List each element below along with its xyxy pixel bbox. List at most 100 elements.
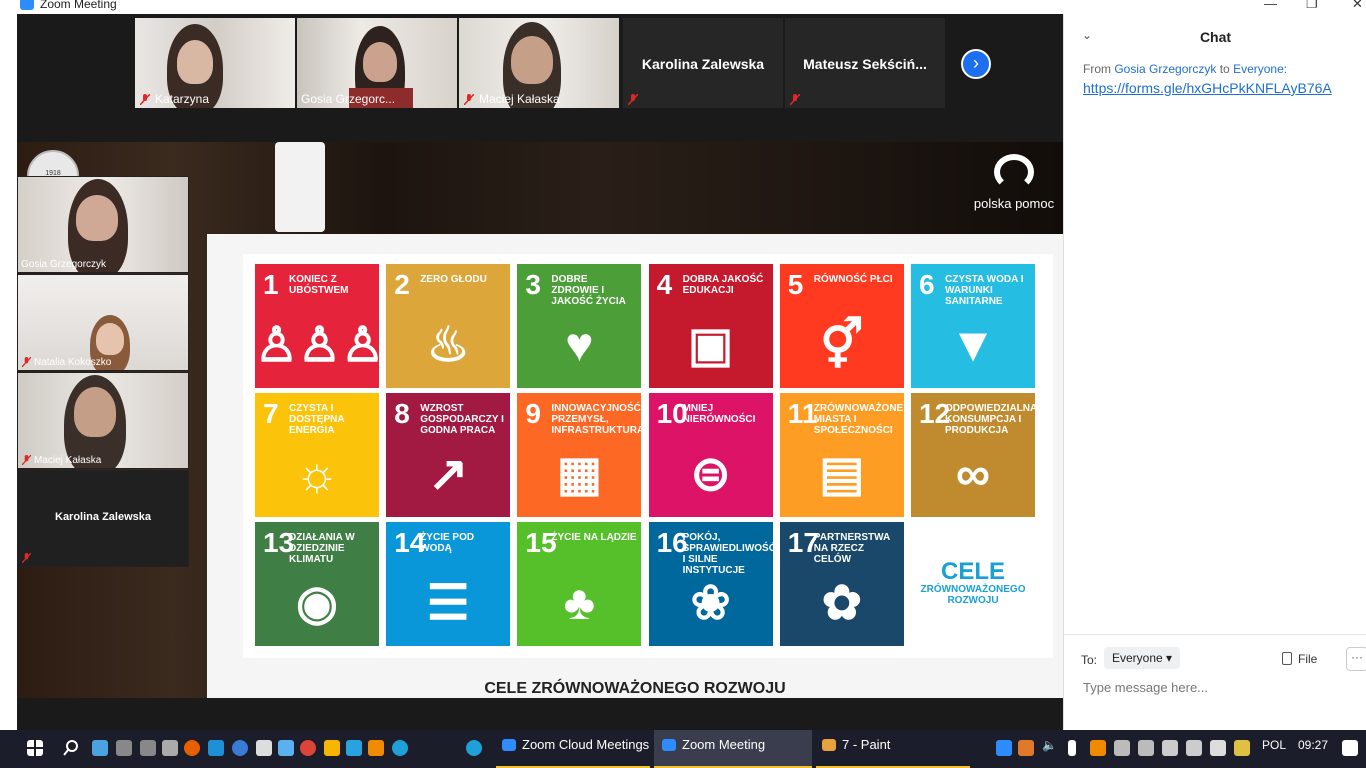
participant-tile[interactable]: Mateusz Sekściń... — [785, 18, 945, 108]
app-tray-icon[interactable] — [1138, 740, 1154, 756]
next-page-button[interactable]: › — [961, 49, 991, 79]
muted-mic-icon — [140, 94, 150, 105]
sdg-number: 1 — [263, 269, 279, 300]
eye-globe-icon: ◉ — [296, 577, 338, 630]
volume-icon[interactable]: 🔈 — [1042, 738, 1057, 752]
sdg-label: ZRÓWNOWAŻONE MIASTA I SPOŁECZNOŚCI — [813, 403, 904, 436]
gallery-strip: Katarzyna Gosia Grzegorc... Maciej Kałas… — [17, 14, 1063, 142]
muted-mic-icon — [628, 94, 638, 105]
sdg-tile-6: 6 CZYSTA WODA I WARUNKI SANITARNE ▼ — [911, 264, 1035, 388]
participant-name: Karolina Zalewska — [641, 56, 765, 72]
file-icon[interactable] — [1282, 652, 1292, 665]
city-icon: ▤ — [819, 448, 865, 501]
sdg-label: INNOWACYJNOŚĆ, PRZEMYSŁ, INFRASTRUKTURA — [551, 403, 642, 436]
network-icon[interactable] — [1186, 740, 1202, 756]
task-view-icon[interactable] — [92, 740, 108, 756]
water-icon: ▼ — [949, 319, 997, 372]
app-tray-icon[interactable] — [1090, 740, 1106, 756]
app-icon[interactable] — [162, 740, 178, 756]
taskbar-button-zoom-meeting[interactable]: Zoom Meeting — [654, 730, 812, 768]
sdg-label: DZIAŁANIA W DZIEDZINIE KLIMATU — [289, 532, 355, 565]
close-button[interactable]: ✕ — [1352, 0, 1363, 12]
side-video-tile[interactable]: Maciej Kałaska — [17, 372, 189, 469]
microphone-icon[interactable] — [1068, 740, 1076, 756]
sdg-tile-3: 3 DOBRE ZDROWIE I JAKOŚĆ ŻYCIA ♥ — [517, 264, 642, 388]
slide-caption: CELE ZRÓWNOWAŻONEGO ROZWOJU — [484, 680, 786, 697]
bowl-icon: ♨ — [426, 319, 470, 372]
taskbar-button-paint[interactable]: 7 - Paint — [816, 730, 970, 768]
sdg-label: ZERO GŁODU — [420, 274, 487, 285]
participant-tile[interactable]: Katarzyna — [135, 18, 295, 108]
sdg-label: DOBRA JAKOŚĆ EDUKACJI — [682, 274, 764, 296]
edge-icon[interactable] — [466, 740, 482, 756]
app-icon[interactable] — [346, 740, 362, 756]
app-tray-icon[interactable] — [1114, 740, 1130, 756]
taskbar-button-zoom-cloud[interactable]: Zoom Cloud Meetings — [496, 730, 650, 768]
more-options-button[interactable]: ··· — [1346, 647, 1366, 671]
sdg-label: ODPOWIEDZIALNA KONSUMPCJA I PRODUKCJA — [945, 403, 1035, 436]
recipient-name: Everyone: — [1233, 62, 1288, 76]
app-tray-icon[interactable] — [1234, 740, 1250, 756]
app-icon[interactable] — [232, 740, 248, 756]
fish-icon: ☰ — [426, 577, 470, 630]
zoom-tray-icon[interactable] — [996, 740, 1012, 756]
app-icon[interactable] — [256, 740, 272, 756]
sdg-tile-16: 16 POKÓJ, SPRAWIEDLIWOŚĆ I SILNE INSTYTUC… — [648, 522, 773, 646]
participant-name: Karolina Zalewska — [55, 511, 151, 523]
recipient-select[interactable]: Everyone ▾ — [1104, 647, 1181, 669]
participant-tile[interactable]: Karolina Zalewska — [623, 18, 783, 108]
drive-icon[interactable] — [116, 740, 132, 756]
celeo-title: CELE — [940, 558, 1005, 585]
participant-name: Maciej Kałaska — [479, 92, 560, 106]
dove-icon: ❀ — [690, 577, 731, 630]
sdg-number: 8 — [394, 398, 410, 429]
sdg-label: WZROST GOSPODARCZY I GODNA PRACA — [420, 403, 504, 436]
minimize-button[interactable]: — — [1264, 0, 1277, 11]
street-sign — [275, 142, 325, 232]
zoom-app-icon — [20, 0, 34, 10]
taskbar-button-label: Zoom Cloud Meetings — [522, 737, 650, 752]
participant-name: Mateusz Sekściń... — [803, 56, 927, 72]
sdg-board: 1 KONIEC Z UBÓSTWEM ♙♙♙ 2 ZERO GŁODU ♨ 3 DOBRE … — [243, 254, 1053, 658]
vlc-icon[interactable] — [368, 740, 384, 756]
participant-tile[interactable]: Gosia Grzegorc... — [297, 18, 457, 108]
app-icon[interactable] — [324, 740, 340, 756]
chevron-down-icon: ▾ — [1166, 651, 1173, 665]
sdg-tile-15: 15 ŻYCIE NA LĄDZIE ♣ — [517, 522, 642, 646]
notifications-icon[interactable] — [1342, 740, 1358, 756]
language-indicator[interactable]: POL — [1262, 738, 1286, 752]
message-input[interactable] — [1081, 679, 1355, 696]
side-video-tile[interactable]: Karolina Zalewska — [17, 470, 189, 567]
clock[interactable]: 09:27 — [1298, 738, 1328, 752]
celeo-subtitle: ZRÓWNOWAŻONEGO — [920, 584, 1026, 595]
battery-icon[interactable] — [1210, 740, 1226, 756]
celeo-logo: CELE ZRÓWNOWAŻONEGO ROZWOJU — [911, 558, 1035, 607]
sdg-tile-14: 14 ŻYCIE POD WODĄ ☰ — [386, 522, 511, 646]
file-button[interactable]: File — [1298, 652, 1317, 666]
to-prefix: To: — [1081, 653, 1098, 667]
chrome-icon[interactable] — [300, 740, 316, 756]
people-icon: ♙♙♙ — [255, 319, 379, 372]
zoom-icon — [502, 739, 516, 751]
sdg-label: RÓWNOŚĆ PŁCI — [813, 274, 893, 285]
sdg-label: ŻYCIE POD WODĄ — [420, 532, 475, 554]
ie-icon[interactable] — [208, 740, 224, 756]
message-link[interactable]: https://forms.gle/hxGHcPkKNFLAyB76A — [1083, 80, 1332, 96]
app-tray-icon[interactable] — [1018, 740, 1034, 756]
participant-tile[interactable]: Maciej Kałaska — [459, 18, 619, 108]
muted-mic-icon — [22, 357, 31, 367]
sender-name[interactable]: Gosia Grzegorczyk — [1114, 62, 1216, 76]
restore-button[interactable]: ❐ — [1306, 0, 1318, 12]
sdg-label: KONIEC Z UBÓSTWEM — [289, 274, 349, 296]
participant-name: Maciej Kałaska — [34, 455, 102, 466]
drive-icon[interactable] — [140, 740, 156, 756]
app-icon[interactable] — [278, 740, 294, 756]
side-video-tile[interactable]: Gosia Grzegorczyk — [17, 176, 189, 273]
sdg-number: 7 — [263, 398, 279, 429]
wifi-icon[interactable] — [1162, 740, 1178, 756]
side-video-tile[interactable]: Natalia Kokoszko — [17, 274, 189, 371]
windows-start-icon[interactable] — [27, 740, 43, 756]
search-icon[interactable] — [63, 740, 79, 756]
firefox-icon[interactable] — [184, 740, 200, 756]
edge-icon[interactable] — [392, 740, 408, 756]
